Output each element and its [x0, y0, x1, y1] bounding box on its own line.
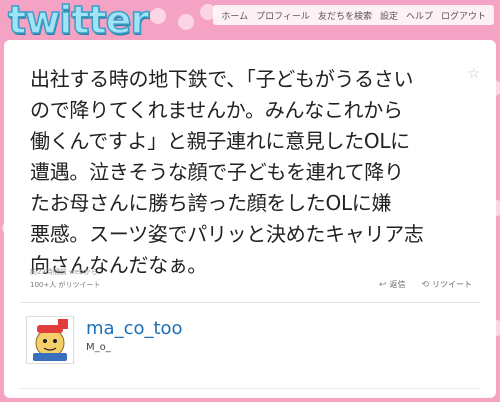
reply-icon: ↩ [378, 279, 387, 290]
nav-find-friends[interactable]: 友だちを検索 [314, 9, 376, 22]
retweet-button[interactable]: ⟲ リツイート [421, 279, 472, 290]
nav-help[interactable]: ヘルプ [402, 9, 437, 22]
retweet-label: リツイート [432, 280, 472, 289]
tweet-text: 出社する時の地下鉄で、「子どもがうるさい ので降りてくれませんか。みんなこれから… [30, 67, 424, 277]
star-icon[interactable]: ☆ [467, 66, 480, 82]
tweet-card: 出社する時の地下鉄で、「子どもがうるさい ので降りてくれませんか。みんなこれから… [4, 40, 496, 398]
tweet-timestamp[interactable]: 約23時間前 webから [30, 267, 98, 277]
author-username[interactable]: ma_co_too [86, 318, 183, 339]
nav-profile[interactable]: プロフィール [252, 9, 314, 22]
header: twitter ホーム プロフィール 友だちを検索 設定 ヘルプ ログアウト [0, 0, 500, 43]
nav-settings[interactable]: 設定 [376, 9, 402, 22]
author-realname: M_o_ [86, 342, 111, 353]
reply-label: 返信 [389, 280, 406, 289]
twitter-logo[interactable]: twitter [7, 0, 150, 43]
retweet-icon: ⟲ [421, 279, 429, 290]
tweet-actions: ↩ 返信 ⟲ リツイート [379, 279, 472, 290]
nav-home[interactable]: ホーム [217, 9, 252, 22]
top-nav: ホーム プロフィール 友だちを検索 設定 ヘルプ ログアウト [213, 5, 494, 25]
bottom-divider [20, 388, 480, 389]
retweet-count[interactable]: 100+人 がリツイート [30, 280, 100, 290]
nav-logout[interactable]: ログアウト [437, 9, 490, 22]
divider [20, 302, 480, 303]
avatar[interactable] [26, 316, 74, 364]
reply-button[interactable]: ↩ 返信 [379, 279, 406, 290]
